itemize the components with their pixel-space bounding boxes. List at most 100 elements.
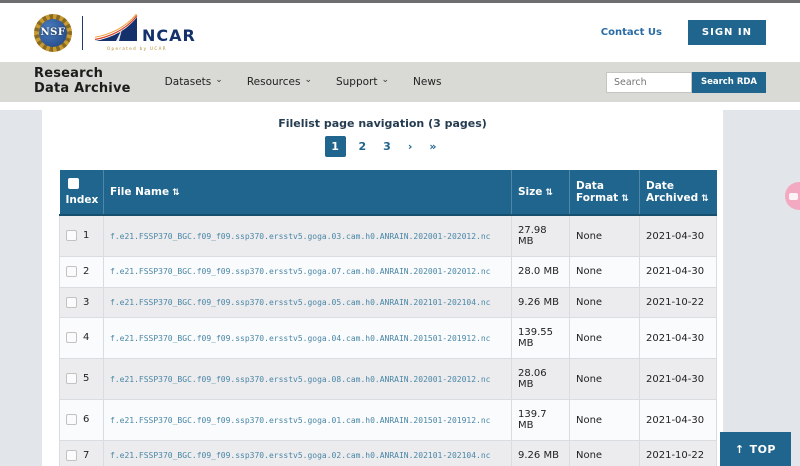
row-checkbox[interactable]: [66, 450, 77, 461]
row-index: 4: [83, 332, 89, 343]
ncar-swoosh-icon: [93, 14, 139, 44]
file-name-cell: f.e21.FSSP370_BGC.f09_f09.ssp370.ersstv5…: [104, 359, 512, 400]
row-date-archived: 2021-10-22: [646, 450, 704, 461]
data-format-cell: None: [570, 287, 640, 318]
page-background: Filelist page navigation (3 pages) 1 2 3…: [0, 110, 800, 466]
page-next-link[interactable]: ›: [404, 138, 417, 155]
date-archived-cell: 2021-04-30: [640, 400, 717, 441]
sort-icon: ⇅: [172, 188, 180, 198]
row-data-format: None: [576, 450, 602, 461]
nav-item-datasets[interactable]: Datasets ⌄: [165, 76, 223, 88]
page-last-link[interactable]: »: [425, 138, 440, 155]
column-header-size[interactable]: Size⇅: [512, 170, 570, 215]
file-name-link[interactable]: f.e21.FSSP370_BGC.f09_f09.ssp370.ersstv5…: [110, 232, 491, 241]
search-input[interactable]: [606, 72, 692, 93]
data-format-cell: None: [570, 359, 640, 400]
file-name-link[interactable]: f.e21.FSSP370_BGC.f09_f09.ssp370.ersstv5…: [110, 298, 491, 307]
row-size: 27.98 MB: [518, 225, 547, 247]
size-cell: 28.0 MB: [512, 257, 570, 288]
logo-divider: [82, 16, 83, 50]
table-header-row: Index File Name⇅ Size⇅ Data Format⇅ Date…: [60, 170, 717, 215]
nsf-logo-text: NSF: [39, 19, 67, 47]
row-checkbox[interactable]: [66, 373, 77, 384]
ncar-logo-subtext: Operated by UCAR: [107, 46, 196, 51]
column-header-file-name[interactable]: File Name⇅: [104, 170, 512, 215]
filelist-pagination-title: Filelist page navigation (3 pages): [42, 117, 723, 130]
row-checkbox[interactable]: [66, 297, 77, 308]
row-data-format: None: [576, 374, 602, 385]
select-all-checkbox[interactable]: [68, 178, 79, 189]
index-cell: 5: [60, 359, 104, 400]
row-date-archived: 2021-04-30: [646, 266, 704, 277]
row-size: 28.0 MB: [518, 266, 559, 277]
table-row: 2 f.e21.FSSP370_BGC.f09_f09.ssp370.ersst…: [60, 257, 717, 288]
site-title[interactable]: Research Data Archive: [34, 67, 131, 97]
file-name-cell: f.e21.FSSP370_BGC.f09_f09.ssp370.ersstv5…: [104, 441, 512, 466]
contact-us-link[interactable]: Contact Us: [601, 27, 662, 38]
data-format-cell: None: [570, 441, 640, 466]
table-row: 5 f.e21.FSSP370_BGC.f09_f09.ssp370.ersst…: [60, 359, 717, 400]
column-header-index[interactable]: Index: [60, 170, 104, 215]
size-cell: 9.26 MB: [512, 441, 570, 466]
file-name-link[interactable]: f.e21.FSSP370_BGC.f09_f09.ssp370.ersstv5…: [110, 267, 491, 276]
row-checkbox[interactable]: [66, 230, 77, 241]
nav-item-news[interactable]: News: [413, 76, 441, 88]
site-title-line2: Data Archive: [34, 82, 131, 97]
index-cell: 6: [60, 400, 104, 441]
file-name-link[interactable]: f.e21.FSSP370_BGC.f09_f09.ssp370.ersstv5…: [110, 375, 491, 384]
nav-item-resources[interactable]: Resources ⌄: [247, 76, 312, 88]
row-index: 7: [83, 450, 89, 461]
row-index: 2: [83, 266, 89, 277]
table-row: 1 f.e21.FSSP370_BGC.f09_f09.ssp370.ersst…: [60, 215, 717, 257]
data-format-cell: None: [570, 215, 640, 257]
page-link-1[interactable]: 1: [325, 136, 346, 157]
size-cell: 139.55 MB: [512, 318, 570, 359]
chevron-down-icon: ⌄: [215, 76, 223, 85]
sort-icon: ⇅: [545, 188, 553, 198]
size-cell: 28.06 MB: [512, 359, 570, 400]
sort-icon: ⇅: [621, 194, 629, 204]
ncar-logo-text: NCAR: [142, 28, 196, 44]
row-date-archived: 2021-04-30: [646, 374, 704, 385]
date-archived-cell: 2021-04-30: [640, 318, 717, 359]
row-checkbox[interactable]: [66, 332, 77, 343]
content-card: Filelist page navigation (3 pages) 1 2 3…: [42, 110, 723, 466]
arrow-up-icon: ↑: [735, 443, 745, 456]
page-link-2[interactable]: 2: [355, 138, 371, 155]
data-format-cell: None: [570, 318, 640, 359]
chevron-down-icon: ⌄: [304, 76, 312, 85]
filelist-table: Index File Name⇅ Size⇅ Data Format⇅ Date…: [59, 170, 717, 466]
date-archived-cell: 2021-10-22: [640, 287, 717, 318]
file-name-link[interactable]: f.e21.FSSP370_BGC.f09_f09.ssp370.ersstv5…: [110, 451, 491, 460]
column-header-date-archived[interactable]: Date Archived⇅: [640, 170, 717, 215]
file-name-link[interactable]: f.e21.FSSP370_BGC.f09_f09.ssp370.ersstv5…: [110, 334, 491, 343]
row-size: 9.26 MB: [518, 450, 559, 461]
row-size: 139.7 MB: [518, 409, 547, 431]
row-date-archived: 2021-04-30: [646, 231, 704, 242]
file-name-link[interactable]: f.e21.FSSP370_BGC.f09_f09.ssp370.ersstv5…: [110, 416, 491, 425]
sign-in-button[interactable]: SIGN IN: [688, 20, 766, 45]
file-name-cell: f.e21.FSSP370_BGC.f09_f09.ssp370.ersstv5…: [104, 287, 512, 318]
nav-item-support[interactable]: Support ⌄: [336, 76, 389, 88]
file-name-cell: f.e21.FSSP370_BGC.f09_f09.ssp370.ersstv5…: [104, 215, 512, 257]
nsf-logo[interactable]: NSF: [34, 14, 72, 52]
back-to-top-button[interactable]: ↑ TOP: [720, 432, 791, 466]
ncar-logo[interactable]: NCAR Operated by UCAR: [93, 14, 196, 51]
index-cell: 7: [60, 441, 104, 466]
row-size: 139.55 MB: [518, 327, 553, 349]
table-row: 7 f.e21.FSSP370_BGC.f09_f09.ssp370.ersst…: [60, 441, 717, 466]
table-row: 4 f.e21.FSSP370_BGC.f09_f09.ssp370.ersst…: [60, 318, 717, 359]
search-rda-button[interactable]: Search RDA: [692, 72, 766, 93]
size-cell: 27.98 MB: [512, 215, 570, 257]
top-button-label: TOP: [750, 443, 776, 456]
row-index: 3: [83, 297, 89, 308]
row-checkbox[interactable]: [66, 414, 77, 425]
column-header-data-format[interactable]: Data Format⇅: [570, 170, 640, 215]
site-title-line1: Research: [34, 67, 131, 82]
page-link-3[interactable]: 3: [379, 138, 395, 155]
data-format-cell: None: [570, 257, 640, 288]
row-data-format: None: [576, 297, 602, 308]
index-cell: 2: [60, 257, 104, 288]
row-date-archived: 2021-04-30: [646, 415, 704, 426]
row-checkbox[interactable]: [66, 266, 77, 277]
